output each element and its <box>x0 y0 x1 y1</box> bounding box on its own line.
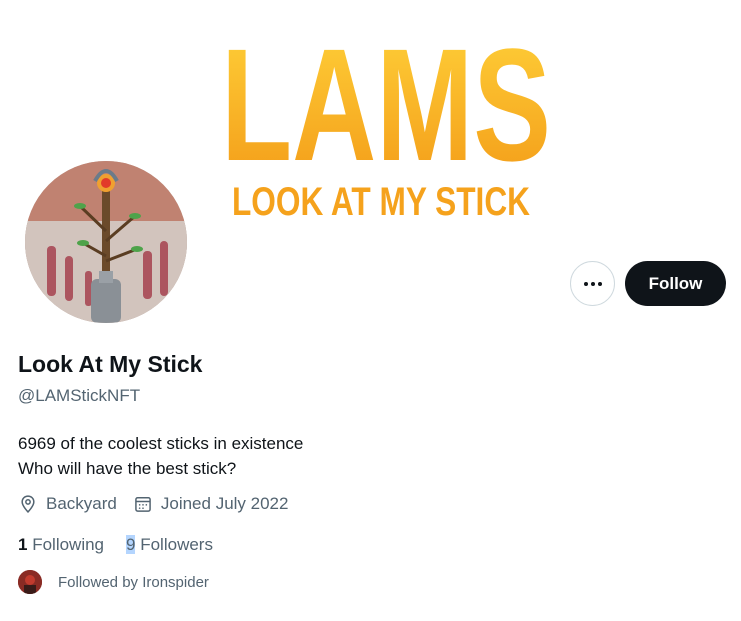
calendar-icon <box>135 497 151 512</box>
more-horizontal-icon <box>583 281 602 286</box>
location-item: Backyard <box>18 494 117 514</box>
follow-button[interactable]: Follow <box>625 261 726 306</box>
profile-avatar[interactable] <box>22 158 190 326</box>
profile-bio: 6969 of the coolest sticks in existence … <box>18 431 303 481</box>
joined-text: Joined July 2022 <box>160 494 289 513</box>
location-pin-icon <box>21 495 35 513</box>
user-handle: @LAMStickNFT <box>18 386 141 405</box>
followers-label: Followers <box>140 535 213 554</box>
display-name: Look At My Stick <box>18 351 203 377</box>
followed-by-text: Followed by Ironspider <box>58 573 209 591</box>
follow-stats: 1 Following 9 Followers <box>18 535 235 555</box>
follower-avatar <box>18 570 42 594</box>
profile-meta: Backyard Joined July 2022 <box>18 494 304 514</box>
bio-line: Who will have the best stick? <box>18 459 237 478</box>
following-link[interactable]: 1 Following <box>18 535 104 555</box>
bio-line: 6969 of the coolest sticks in existence <box>18 434 304 453</box>
banner-subtitle: LOOK AT MY STICK <box>232 180 530 224</box>
following-label: Following <box>32 535 105 554</box>
followed-by[interactable]: Followed by Ironspider <box>18 570 209 594</box>
banner-title: LAMS <box>221 15 551 194</box>
followers-count: 9 <box>126 535 136 554</box>
more-options-button[interactable] <box>570 261 615 306</box>
joined-item: Joined July 2022 <box>133 494 289 514</box>
location-text: Backyard <box>46 494 117 513</box>
followers-link[interactable]: 9 Followers <box>126 535 213 555</box>
following-count: 1 <box>18 535 28 554</box>
